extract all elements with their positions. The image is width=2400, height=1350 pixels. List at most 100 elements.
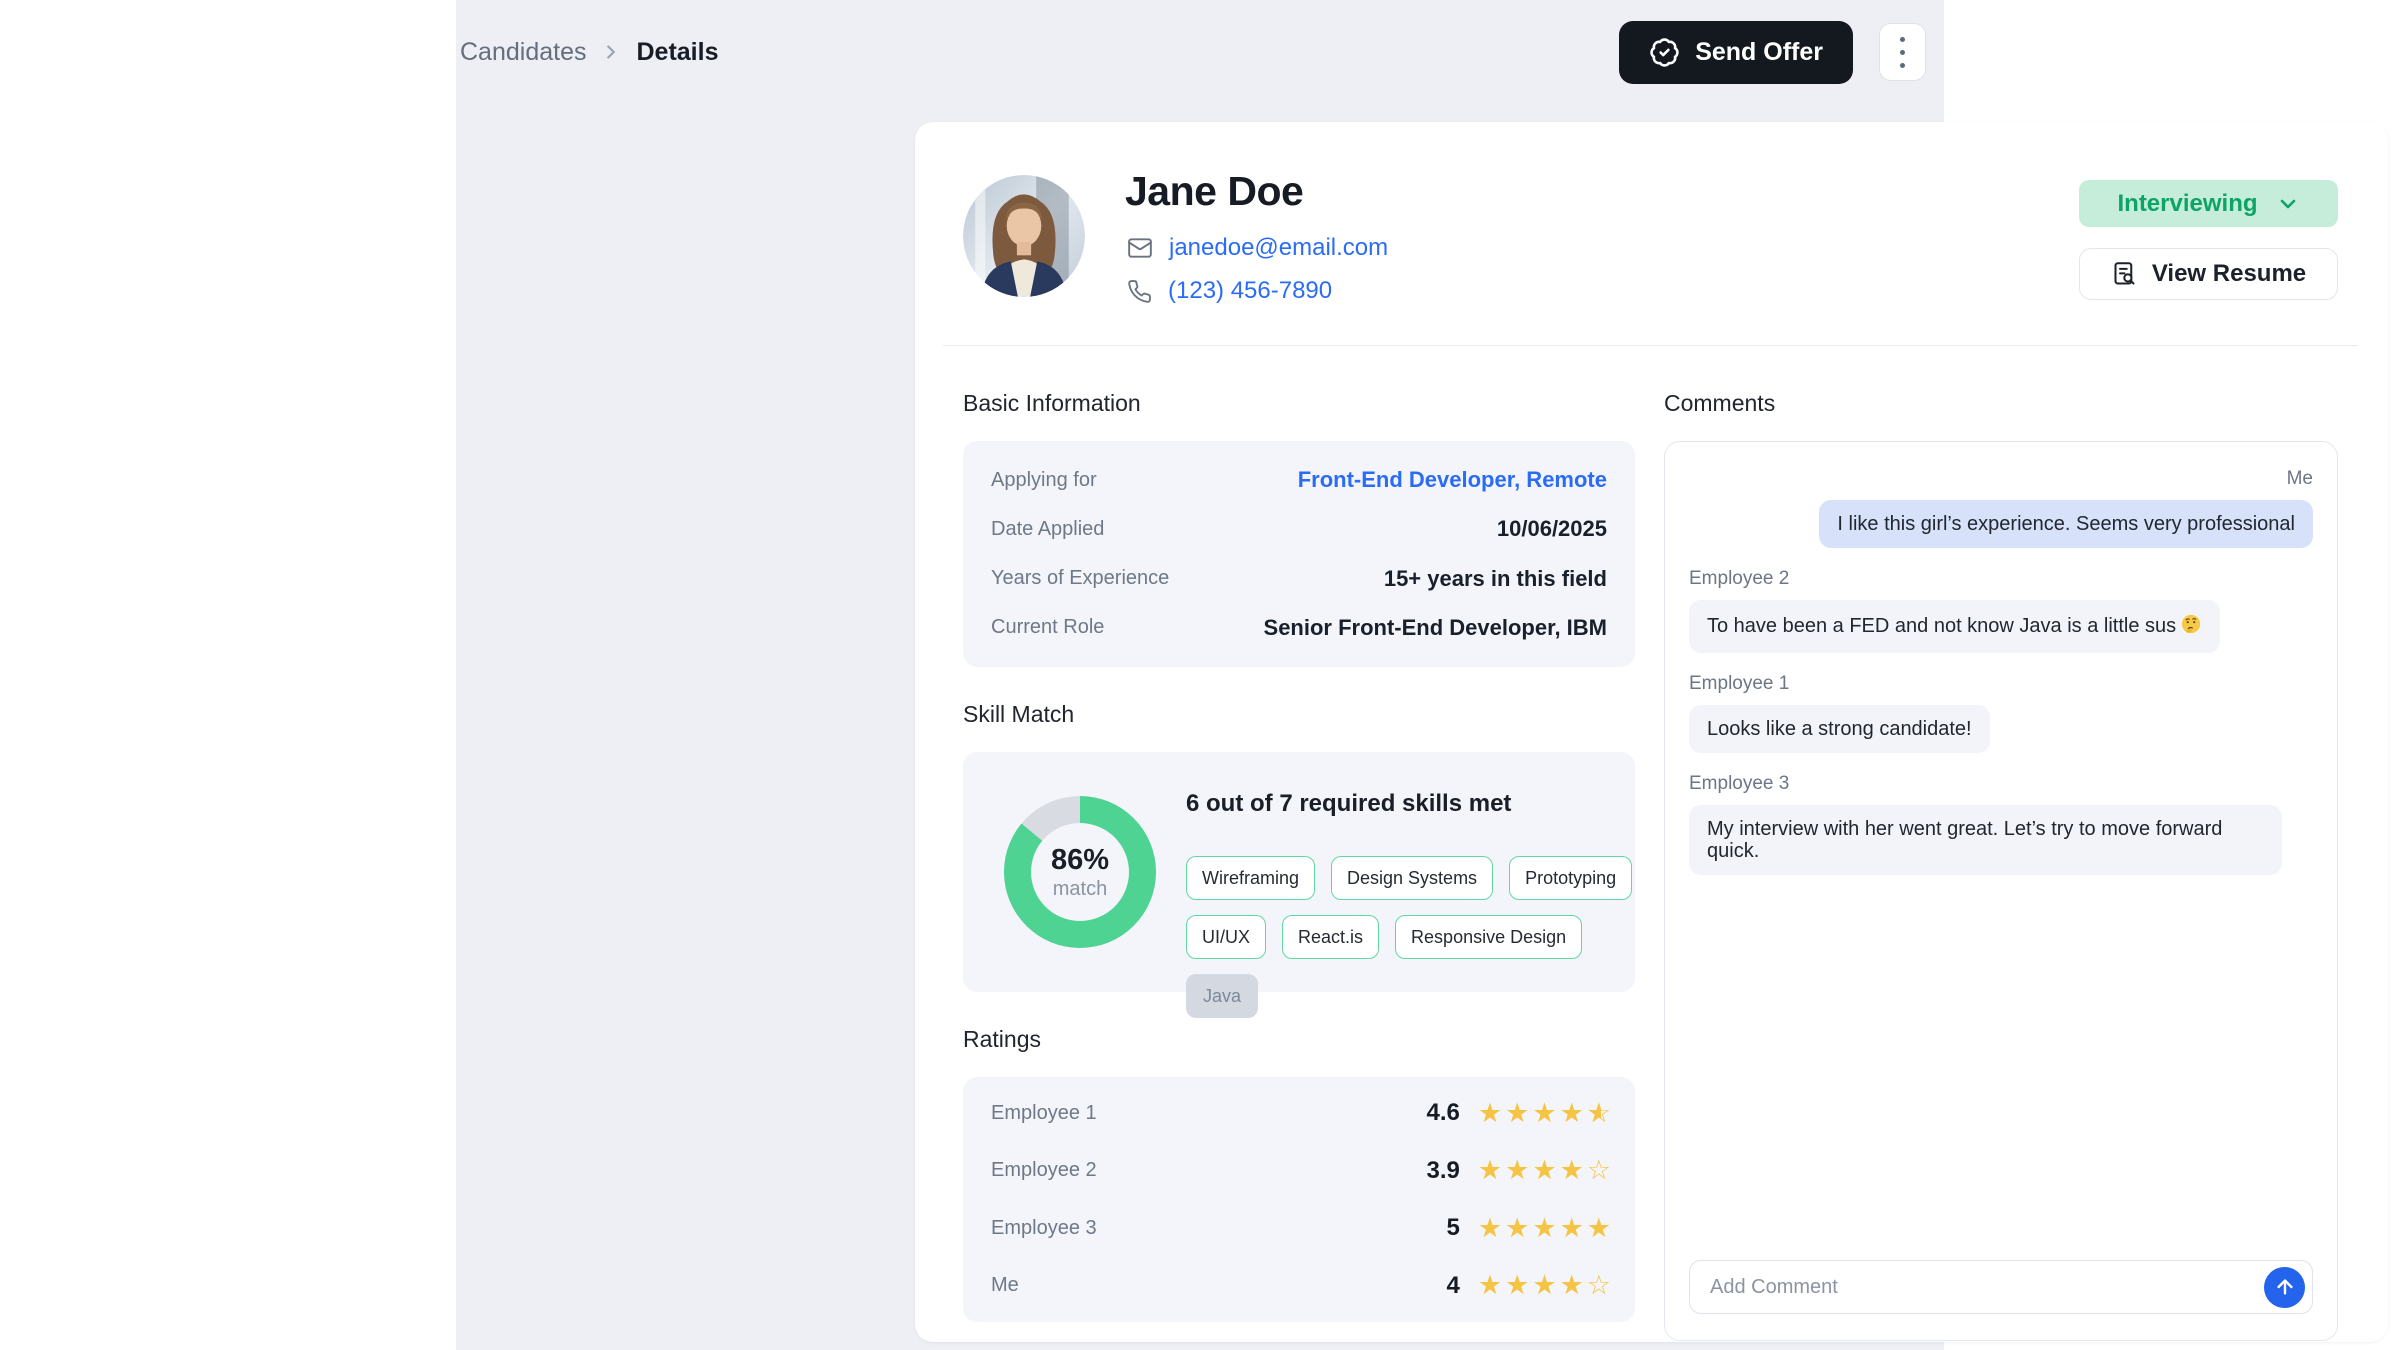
comment-author: Employee 2 [1689, 568, 1789, 590]
info-row: Current Role Senior Front-End Developer, … [991, 615, 1607, 641]
section-divider [943, 345, 2358, 346]
info-row-value-link[interactable]: Front-End Developer, Remote [1298, 467, 1607, 493]
star-icon: ★ [1478, 1100, 1502, 1127]
skill-summary-block: 6 out of 7 required skills met Wireframi… [1186, 790, 1646, 1018]
skill-chips: WireframingDesign SystemsPrototypingUI/U… [1186, 856, 1638, 1018]
left-column: Basic Information Applying for Front-End … [963, 390, 1635, 1322]
thinking-emoji [2180, 613, 2202, 640]
comments-heading: Comments [1664, 390, 2338, 417]
send-comment-button[interactable] [2264, 1267, 2305, 1308]
kebab-dot [1900, 63, 1905, 68]
donut-percent: 86% [1051, 844, 1109, 877]
star-icon: ★ [1560, 1272, 1584, 1299]
rating-row: Employee 35 ★★★★★ [991, 1214, 1611, 1242]
status-dropdown[interactable]: Interviewing [2079, 180, 2338, 227]
email-text: janedoe@email.com [1169, 234, 1388, 262]
breadcrumb-current-details: Details [636, 38, 718, 67]
comment-group: Employee 3 My interview with her went gre… [1689, 773, 2313, 875]
comment-author: Me [2287, 468, 2313, 490]
add-comment-box [1689, 1260, 2313, 1314]
star-icon: ★ [1478, 1272, 1502, 1299]
star-icon: ★ [1560, 1157, 1584, 1184]
breadcrumb: Candidates Details [460, 38, 718, 67]
ratings-heading: Ratings [963, 1026, 1635, 1053]
file-search-icon [2111, 261, 2138, 288]
star-icon: ★ [1532, 1272, 1556, 1299]
rating-value: 4.6 [1427, 1099, 1460, 1127]
info-row-value: 10/06/2025 [1497, 516, 1607, 542]
rating-stars: ★★★★★ [1478, 1215, 1611, 1242]
star-icon: ★ [1478, 1157, 1502, 1184]
add-comment-input[interactable] [1710, 1276, 2264, 1299]
donut-center: 86% match [1031, 823, 1129, 921]
rating-name: Employee 1 [991, 1102, 1427, 1125]
comments-card: Me I like this girl’s experience. Seems v… [1664, 441, 2338, 1341]
star-icon: ★ [1560, 1215, 1584, 1242]
info-row-value: Senior Front-End Developer, IBM [1264, 615, 1607, 641]
info-row: Years of Experience15+ years in this fie… [991, 566, 1607, 592]
comment-bubble: Looks like a strong candidate! [1689, 705, 1990, 753]
star-icon: ★ [1505, 1157, 1529, 1184]
ratings-card: Employee 14.6★★★★☆★Employee 23.9★★★★☆Emp… [963, 1077, 1635, 1322]
info-row-label: Applying for [991, 469, 1097, 492]
skill-chip: React.is [1282, 915, 1379, 959]
skill-chip: Responsive Design [1395, 915, 1582, 959]
info-row-label: Years of Experience [991, 567, 1169, 590]
rating-stars: ★★★★☆ [1478, 1157, 1611, 1184]
comment-author: Employee 1 [1689, 673, 1789, 695]
kebab-dot [1900, 37, 1905, 42]
skill-summary: 6 out of 7 required skills met [1186, 790, 1646, 818]
comment-author: Employee 3 [1689, 773, 1789, 795]
comment-bubble: My interview with her went great. Let’s … [1689, 805, 2282, 875]
candidate-phone[interactable]: (123) 456-7890 [1127, 277, 1332, 305]
top-bar: Candidates Details Send Offer [456, 0, 1944, 104]
more-options-button[interactable] [1879, 23, 1926, 81]
skill-match-card: 86% match 6 out of 7 required skills met… [963, 752, 1635, 992]
skill-match-heading: Skill Match [963, 701, 1635, 728]
star-icon: ★ [1505, 1272, 1529, 1299]
phone-text: (123) 456-7890 [1168, 277, 1332, 305]
status-label: Interviewing [2117, 190, 2257, 218]
rating-value: 4 [1447, 1272, 1460, 1300]
avatar [963, 175, 1085, 297]
skill-chip: Design Systems [1331, 856, 1493, 900]
star-icon: ★ [1532, 1157, 1556, 1184]
rating-stars: ★★★★☆ [1478, 1272, 1611, 1299]
breadcrumb-candidates-link[interactable]: Candidates [460, 38, 586, 67]
star-icon: ★ [1505, 1100, 1529, 1127]
arrow-up-icon [2274, 1276, 2296, 1298]
skill-chip-missing: Java [1186, 974, 1258, 1018]
star-icon: ★ [1532, 1100, 1556, 1127]
candidate-email[interactable]: janedoe@email.com [1127, 234, 1388, 262]
top-actions: Send Offer [1619, 21, 1926, 84]
star-outline-icon: ☆ [1587, 1272, 1611, 1299]
rating-row: Employee 23.9 ★★★★☆ [991, 1157, 1611, 1185]
rating-name: Me [991, 1274, 1447, 1297]
mail-icon [1127, 235, 1153, 261]
info-row-label: Current Role [991, 616, 1104, 639]
basic-info-heading: Basic Information [963, 390, 1635, 417]
star-icon: ★ [1560, 1100, 1584, 1127]
comment-group: Employee 2To have been a FED and not kno… [1689, 568, 2313, 653]
rating-value: 5 [1447, 1214, 1460, 1242]
rating-name: Employee 3 [991, 1217, 1447, 1240]
right-column: Comments Me I like this girl’s experience… [1664, 390, 2338, 1341]
info-row: Date Applied10/06/2025 [991, 516, 1607, 542]
comment-group: Me I like this girl’s experience. Seems v… [1689, 468, 2313, 548]
comment-bubble: I like this girl’s experience. Seems ver… [1819, 500, 2313, 548]
send-offer-button[interactable]: Send Offer [1619, 21, 1853, 84]
view-resume-button[interactable]: View Resume [2079, 248, 2338, 300]
comment-group: Employee 1 Looks like a strong candidate! [1689, 673, 2313, 753]
rating-name: Employee 2 [991, 1159, 1427, 1182]
rating-row: Employee 14.6★★★★☆★ [991, 1099, 1611, 1127]
chevron-down-icon [2276, 192, 2300, 216]
skill-chip: UI/UX [1186, 915, 1266, 959]
star-icon: ★ [1532, 1215, 1556, 1242]
rating-value: 3.9 [1427, 1157, 1460, 1185]
donut-match-label: match [1053, 878, 1107, 901]
skill-chip: Prototyping [1509, 856, 1632, 900]
send-offer-label: Send Offer [1695, 38, 1823, 67]
info-row: Applying for Front-End Developer, Remote [991, 467, 1607, 493]
view-resume-label: View Resume [2152, 260, 2306, 288]
badge-check-icon [1649, 37, 1680, 68]
